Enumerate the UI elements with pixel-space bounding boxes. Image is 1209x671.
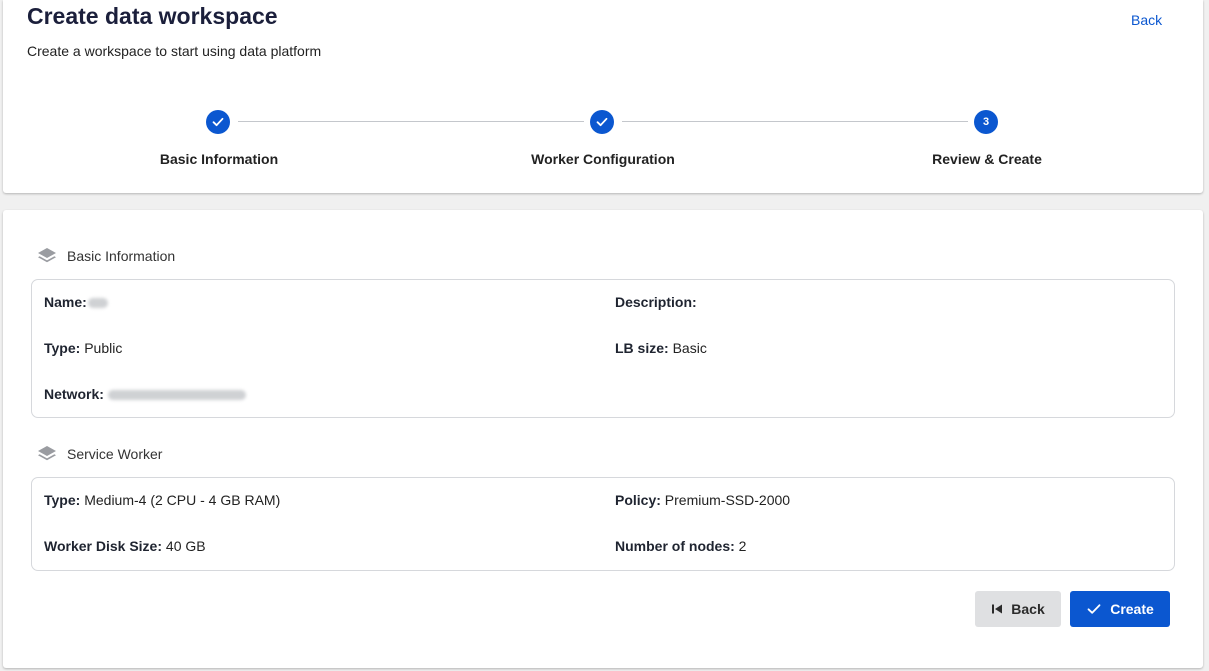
policy-label: Policy: (615, 492, 661, 508)
step-label-review-create[interactable]: Review & Create (867, 151, 1107, 167)
network-field: Network: (44, 386, 246, 402)
lb-size-label: LB size: (615, 340, 669, 356)
lb-size-value: Basic (672, 340, 707, 356)
worker-disk-size-value: 40 GB (165, 538, 206, 554)
check-icon (1087, 604, 1101, 614)
step-label-basic-information[interactable]: Basic Information (99, 151, 339, 167)
worker-type-field: Type: Medium-4 (2 CPU - 4 GB RAM) (44, 492, 280, 508)
step-3-number[interactable]: 3 (974, 110, 998, 134)
section-header-service-worker: Service Worker (37, 444, 162, 464)
skip-back-icon (992, 604, 1003, 614)
check-icon (596, 117, 608, 127)
header-card: Create data workspace Create a workspace… (3, 0, 1203, 193)
basic-information-box: Name: Description: Type: Public LB size:… (31, 279, 1175, 418)
page-subtitle: Create a workspace to start using data p… (27, 43, 322, 59)
review-card: Basic Information Name: Description: Typ… (3, 210, 1203, 668)
step-1-check-icon[interactable] (206, 110, 230, 134)
redacted-network (107, 390, 246, 401)
network-label: Network: (44, 386, 104, 402)
policy-field: Policy: Premium-SSD-2000 (615, 492, 790, 508)
number-of-nodes-label: Number of nodes: (615, 538, 735, 554)
back-button[interactable]: Back (975, 591, 1061, 627)
stepper-connector (622, 121, 968, 122)
worker-disk-size-field: Worker Disk Size: 40 GB (44, 538, 206, 554)
description-label: Description: (615, 294, 697, 310)
name-field: Name: (44, 294, 108, 310)
service-worker-box: Type: Medium-4 (2 CPU - 4 GB RAM) Policy… (31, 477, 1175, 571)
section-title: Service Worker (67, 446, 163, 462)
number-of-nodes-field: Number of nodes: 2 (615, 538, 746, 554)
worker-type-value: Medium-4 (2 CPU - 4 GB RAM) (84, 492, 281, 508)
back-button-label: Back (1011, 601, 1045, 617)
type-field: Type: Public (44, 340, 122, 356)
lb-size-field: LB size: Basic (615, 340, 707, 356)
step-2-check-icon[interactable] (590, 110, 614, 134)
policy-value: Premium-SSD-2000 (664, 492, 791, 508)
redacted-name (87, 298, 108, 309)
back-link[interactable]: Back (1131, 12, 1162, 28)
create-button[interactable]: Create (1070, 591, 1170, 627)
type-value: Public (84, 340, 123, 356)
page-title: Create data workspace (27, 3, 278, 29)
worker-disk-size-label: Worker Disk Size: (44, 538, 163, 554)
description-field: Description: (615, 294, 697, 310)
section-header-basic-information: Basic Information (37, 246, 175, 266)
number-of-nodes-value: 2 (738, 538, 747, 554)
layers-icon (38, 446, 56, 461)
type-label: Type: (44, 340, 81, 356)
stepper-connector (238, 121, 584, 122)
section-title: Basic Information (67, 248, 176, 264)
check-icon (212, 117, 224, 127)
layers-icon (38, 248, 56, 263)
step-label-worker-configuration[interactable]: Worker Configuration (483, 151, 723, 167)
create-button-label: Create (1110, 601, 1154, 617)
worker-type-label: Type: (44, 492, 81, 508)
name-label: Name: (44, 294, 87, 310)
